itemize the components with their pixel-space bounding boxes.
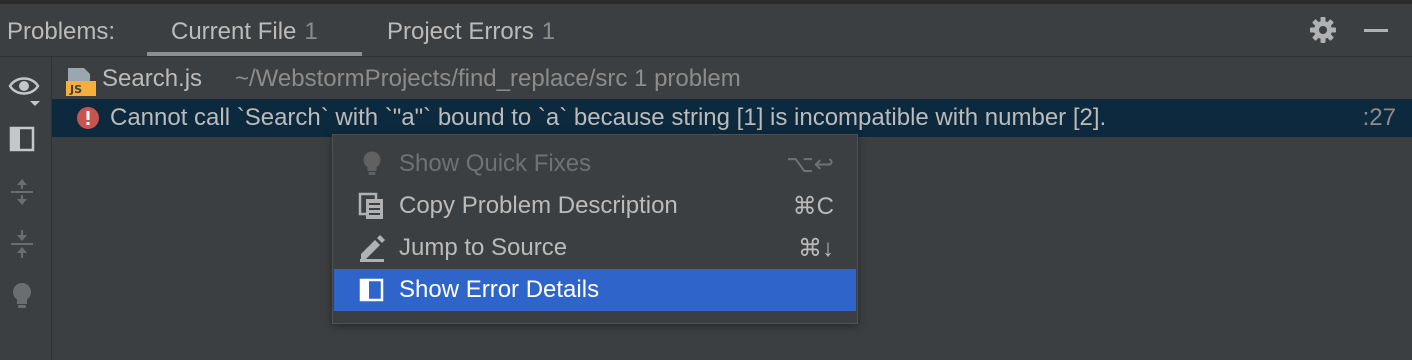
expand-all-icon[interactable] (8, 177, 38, 207)
menu-item-show-error-details[interactable]: Show Error Details (334, 269, 856, 311)
menu-item-label: Copy Problem Description (399, 192, 678, 219)
file-name: Search.js (102, 65, 203, 92)
menu-item-label: Show Error Details (399, 276, 600, 303)
problems-sidebar (0, 57, 52, 360)
menu-item-label: Show Quick Fixes (399, 150, 592, 177)
tab-count: 1 (541, 18, 556, 45)
minimize-icon[interactable] (1361, 15, 1391, 45)
tab-count: 1 (304, 18, 318, 45)
context-menu: Show Quick Fixes ⌥↩ Copy Problem Descrip… (332, 134, 858, 324)
tab-project-errors[interactable]: Project Errors 1 (387, 18, 555, 46)
file-path: ~/WebstormProjects/find_replace/src 1 pr… (235, 65, 741, 92)
menu-item-show-quick-fixes[interactable]: Show Quick Fixes ⌥↩ (334, 143, 856, 185)
tab-current-file[interactable]: Current File 1 (171, 18, 318, 46)
problems-label: Problems: (7, 18, 116, 45)
problem-row[interactable]: Cannot call `Search` with `"a"` bound to… (52, 99, 1412, 137)
file-node[interactable]: JS Search.js ~/WebstormProjects/find_rep… (52, 61, 1412, 99)
js-file-icon: JS (66, 66, 96, 96)
menu-item-shortcut: ⌥↩ (786, 151, 834, 178)
active-tab-underline (147, 52, 362, 56)
problem-line-number: :27 (1362, 104, 1396, 131)
error-icon (76, 106, 100, 130)
menu-item-jump-to-source[interactable]: Jump to Source ⌘↓ (334, 227, 856, 269)
eye-icon[interactable] (8, 73, 40, 106)
lightbulb-icon[interactable] (8, 281, 38, 311)
menu-item-shortcut: ⌘C (792, 193, 834, 220)
preview-toggle-icon[interactable] (8, 125, 38, 155)
gear-icon[interactable] (1308, 15, 1338, 45)
menu-item-label: Jump to Source (399, 234, 568, 261)
problems-toolbar: Problems: Current File 1 Project Errors 1 (0, 4, 1412, 57)
collapse-all-icon[interactable] (8, 229, 38, 259)
copy-icon (358, 192, 386, 220)
problem-message: Cannot call `Search` with `"a"` bound to… (110, 104, 1107, 131)
lightbulb-icon (358, 150, 386, 178)
menu-item-shortcut: ⌘↓ (798, 235, 834, 262)
menu-item-copy-problem-description[interactable]: Copy Problem Description ⌘C (334, 185, 856, 227)
edit-pencil-icon (358, 234, 386, 262)
svg-text:JS: JS (69, 83, 82, 96)
tab-label: Project Errors (387, 18, 534, 45)
details-panel-icon (358, 276, 386, 304)
tab-label: Current File (171, 18, 297, 45)
